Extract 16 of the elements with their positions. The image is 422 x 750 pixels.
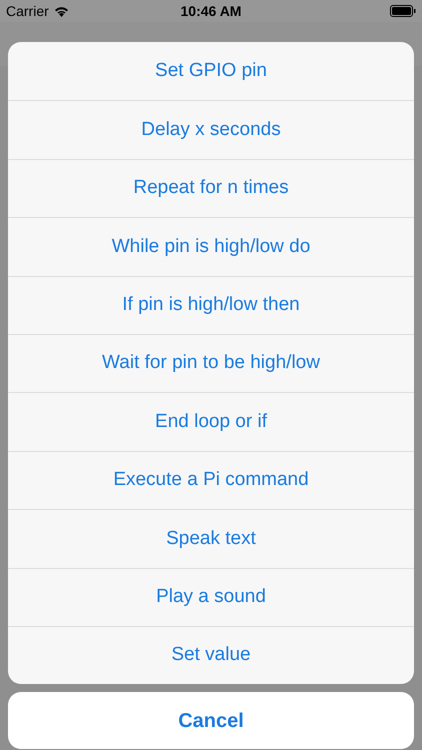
carrier-label: Carrier: [6, 2, 49, 20]
action-option[interactable]: If pin is high/low then: [8, 276, 414, 334]
action-option[interactable]: Delay x seconds: [8, 100, 414, 159]
action-option[interactable]: End loop or if: [8, 392, 414, 451]
action-option[interactable]: Speak text: [8, 509, 414, 568]
cancel-button[interactable]: Cancel: [8, 692, 414, 750]
battery-icon: [390, 5, 416, 17]
action-option[interactable]: Repeat for n times: [8, 158, 414, 218]
clock-time: 10:46 AM: [180, 2, 242, 20]
wifi-icon: [54, 6, 69, 16]
action-option[interactable]: Wait for pin to be high/low: [8, 334, 414, 392]
action-option[interactable]: Set GPIO pin: [8, 42, 414, 100]
action-option[interactable]: While pin is high/low do: [8, 217, 414, 276]
action-option[interactable]: Execute a Pi command: [8, 450, 414, 510]
action-option[interactable]: Play a sound: [8, 568, 414, 626]
action-option[interactable]: Set value: [8, 626, 414, 684]
